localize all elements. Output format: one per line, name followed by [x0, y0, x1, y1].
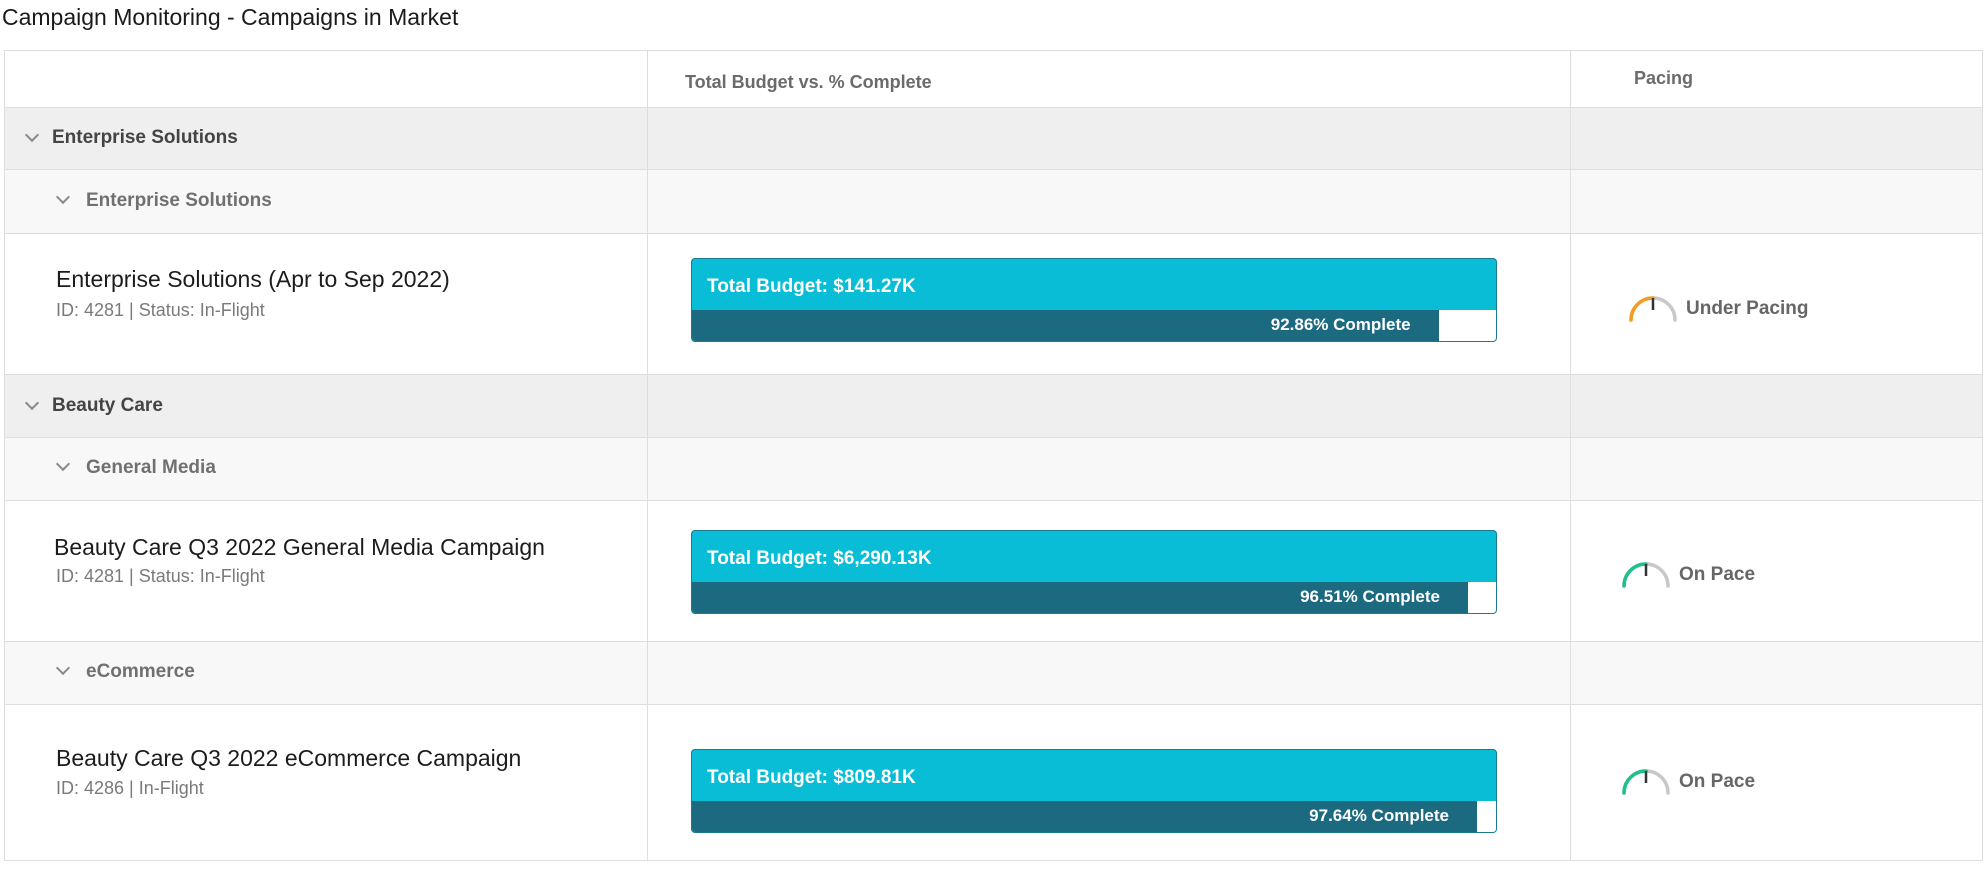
- gauge-fill: [1629, 296, 1655, 322]
- page-title: Campaign Monitoring - Campaigns in Marke…: [2, 4, 459, 30]
- chevron-down-icon[interactable]: [55, 456, 71, 472]
- gauge-fill: [1622, 562, 1648, 588]
- pacing-status: On Pace: [1679, 771, 1756, 792]
- campaign-meta: ID: 4281 | Status: In-Flight: [56, 566, 265, 586]
- header-budget-column[interactable]: Total Budget vs. % Complete: [647, 51, 1570, 107]
- progress-track: 97.64% Complete: [692, 801, 1496, 832]
- campaign-row[interactable]: Enterprise Solutions (Apr to Sep 2022) I…: [5, 234, 1982, 375]
- campaign-row[interactable]: Beauty Care Q3 2022 General Media Campai…: [5, 501, 1982, 642]
- budget-progress-bar: Total Budget: $809.81K 97.64% Complete: [691, 749, 1497, 833]
- pacing-gauge-icon: [1622, 769, 1670, 795]
- budget-label: Total Budget: $6,290.13K: [707, 548, 932, 569]
- subgroup-label: eCommerce: [86, 661, 195, 682]
- subgroup-label: General Media: [86, 457, 216, 478]
- subgroup-label: Enterprise Solutions: [86, 190, 272, 211]
- pacing-gauge-icon: [1629, 296, 1677, 322]
- header-name-column: [5, 51, 647, 107]
- pacing-status: Under Pacing: [1686, 298, 1809, 319]
- subgroup-row[interactable]: General Media: [5, 438, 1982, 501]
- chevron-down-icon[interactable]: [55, 189, 71, 205]
- chevron-down-icon[interactable]: [24, 127, 40, 143]
- subgroup-row[interactable]: Enterprise Solutions: [5, 170, 1982, 234]
- progress-fill: 97.64% Complete: [692, 801, 1478, 832]
- table-header: Total Budget vs. % Complete Pacing: [5, 51, 1982, 108]
- chevron-down-icon[interactable]: [55, 660, 71, 676]
- chevron-down-icon[interactable]: [24, 395, 40, 411]
- percent-complete-label: 96.51% Complete: [1300, 587, 1440, 606]
- progress-fill: 96.51% Complete: [692, 582, 1468, 613]
- pacing-gauge-icon: [1622, 562, 1670, 588]
- budget-label: Total Budget: $141.27K: [707, 276, 916, 297]
- campaign-name[interactable]: Enterprise Solutions (Apr to Sep 2022): [56, 266, 450, 293]
- percent-complete-label: 97.64% Complete: [1309, 806, 1450, 825]
- group-label: Enterprise Solutions: [52, 127, 238, 148]
- progress-track: 92.86% Complete: [692, 310, 1496, 341]
- budget-column-header: Total Budget vs. % Complete: [685, 72, 932, 92]
- budget-progress-bar: Total Budget: $141.27K 92.86% Complete: [691, 258, 1497, 342]
- pacing-status: On Pace: [1679, 564, 1756, 585]
- campaign-name[interactable]: Beauty Care Q3 2022 General Media Campai…: [54, 534, 545, 561]
- progress-fill: 92.86% Complete: [692, 310, 1439, 341]
- progress-track: 96.51% Complete: [692, 582, 1496, 613]
- group-row[interactable]: Enterprise Solutions: [5, 108, 1982, 170]
- budget-progress-bar: Total Budget: $6,290.13K 96.51% Complete: [691, 530, 1497, 614]
- campaign-name[interactable]: Beauty Care Q3 2022 eCommerce Campaign: [56, 745, 521, 772]
- subgroup-row[interactable]: eCommerce: [5, 642, 1982, 705]
- header-pacing-column[interactable]: Pacing: [1570, 51, 1982, 107]
- campaign-row[interactable]: Beauty Care Q3 2022 eCommerce Campaign I…: [5, 705, 1982, 860]
- campaign-table: Total Budget vs. % Complete Pacing Enter…: [4, 50, 1983, 861]
- budget-label: Total Budget: $809.81K: [707, 767, 916, 788]
- campaign-meta: ID: 4286 | In-Flight: [56, 778, 204, 798]
- gauge-fill: [1622, 769, 1648, 795]
- group-row[interactable]: Beauty Care: [5, 375, 1982, 438]
- campaign-meta: ID: 4281 | Status: In-Flight: [56, 300, 265, 320]
- percent-complete-label: 92.86% Complete: [1270, 315, 1411, 334]
- pacing-column-header: Pacing: [1634, 68, 1694, 88]
- group-label: Beauty Care: [52, 395, 163, 416]
